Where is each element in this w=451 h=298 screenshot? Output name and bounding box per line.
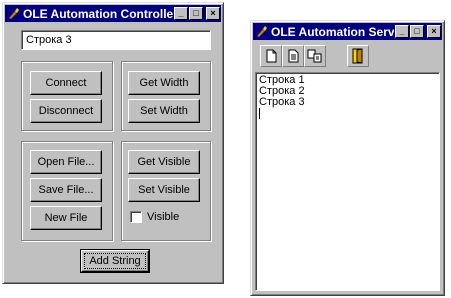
maximize-button[interactable]: □ (410, 25, 424, 38)
controller-window: OLE Automation Controller _ □ × Строка 3… (2, 2, 224, 284)
close-button[interactable]: × (427, 25, 441, 38)
set-width-button[interactable]: Set Width (128, 99, 200, 123)
add-string-label: Add String (84, 253, 146, 269)
get-width-button[interactable]: Get Width (128, 71, 200, 95)
close-button[interactable]: × (206, 7, 220, 20)
torch-app-icon (255, 25, 268, 38)
save-file-button[interactable]: Save File... (30, 178, 102, 202)
server-titlebar[interactable]: OLE Automation Server _ □ × (253, 23, 442, 40)
visible-checkbox-label: Visible (147, 211, 180, 223)
exit-door-icon[interactable] (347, 45, 369, 67)
add-string-button[interactable]: Add String (80, 249, 150, 273)
visible-checkbox-box[interactable] (130, 211, 142, 223)
server-title: OLE Automation Server (271, 24, 394, 39)
save-file-icon[interactable] (304, 45, 326, 67)
server-memo[interactable]: Строка 1 Строка 2 Строка 3 (255, 72, 440, 291)
disconnect-button[interactable]: Disconnect (30, 99, 102, 123)
visible-checkbox[interactable]: Visible (130, 211, 179, 223)
get-visible-button[interactable]: Get Visible (128, 150, 200, 174)
minimize-button[interactable]: _ (395, 25, 409, 38)
controller-title: OLE Automation Controller (23, 6, 173, 21)
server-toolbar (255, 43, 440, 69)
set-visible-button[interactable]: Set Visible (128, 178, 200, 202)
maximize-button[interactable]: □ (189, 7, 203, 20)
memo-line: Строка 3 (259, 96, 305, 108)
open-file-button[interactable]: Open File... (30, 150, 102, 174)
torch-app-icon (7, 7, 20, 20)
string-input[interactable]: Строка 3 (21, 30, 211, 50)
connect-button[interactable]: Connect (30, 71, 102, 95)
server-window: OLE Automation Server _ □ × Строка 1 Стр… (250, 20, 445, 296)
minimize-button[interactable]: _ (174, 7, 188, 20)
text-caret (259, 108, 260, 119)
open-file-icon[interactable] (282, 45, 304, 67)
new-file-button[interactable]: New File (30, 206, 102, 230)
controller-titlebar[interactable]: OLE Automation Controller _ □ × (5, 5, 221, 22)
new-file-icon[interactable] (260, 45, 282, 67)
